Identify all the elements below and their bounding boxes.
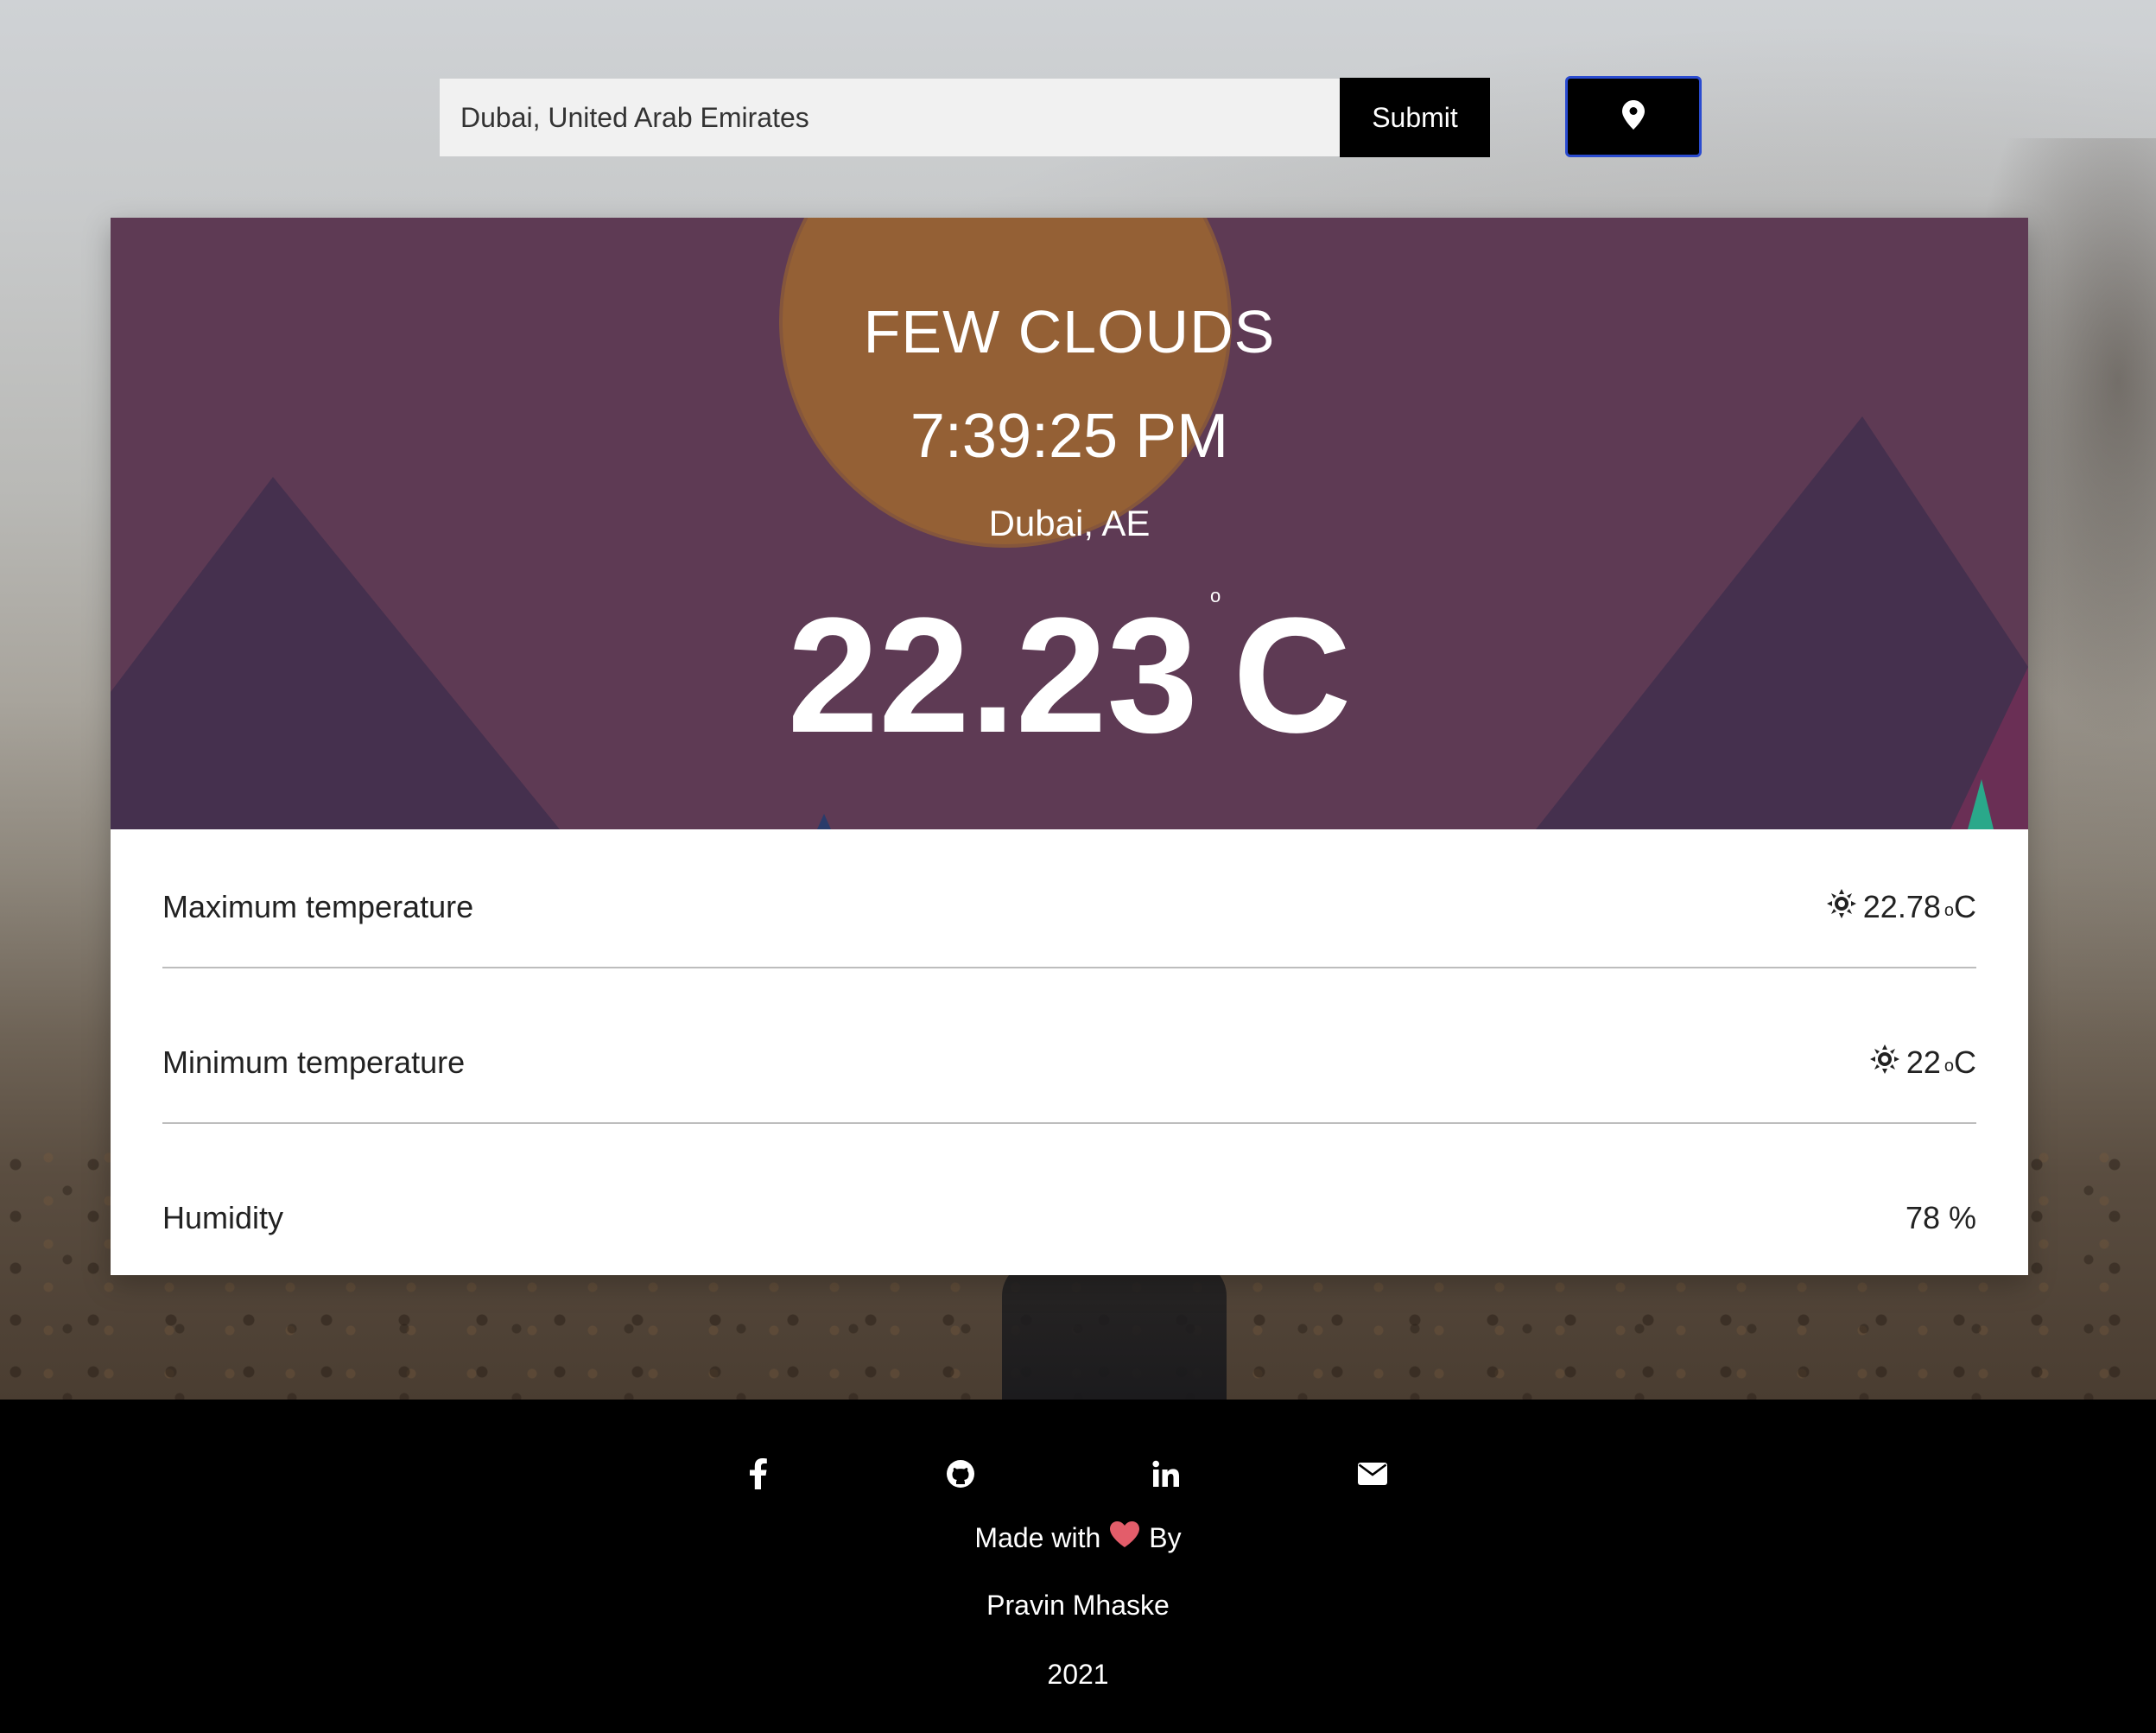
sun-icon xyxy=(1826,888,1856,926)
weather-condition: FEW CLOUDS xyxy=(863,298,1276,365)
divider xyxy=(162,967,1976,968)
detail-row-humidity: Humidity 78 % xyxy=(162,1140,1976,1296)
temperature-display: 22.23 o C xyxy=(111,584,2028,767)
made-with-prefix: Made with xyxy=(974,1521,1101,1553)
degree-symbol: o xyxy=(1944,901,1954,920)
humidity-value: 78 % xyxy=(1905,1200,1976,1235)
submit-button[interactable]: Submit xyxy=(1340,78,1490,157)
copyright-year: 2021 xyxy=(1047,1659,1109,1690)
detail-value: 22.78 oC xyxy=(1826,888,1976,926)
min-temp-value: 22 xyxy=(1906,1044,1941,1080)
degree-symbol: o xyxy=(1210,585,1221,606)
temperature-unit: C xyxy=(1233,584,1352,767)
weather-hero: FEW CLOUDS 7:39:25 PM Dubai, AE 22.23 o … xyxy=(111,218,2028,829)
linkedin-icon[interactable] xyxy=(1145,1453,1187,1495)
search-bar: Submit xyxy=(440,78,1490,157)
detail-label: Humidity xyxy=(162,1200,284,1235)
map-marker-icon xyxy=(1621,99,1646,135)
made-with-suffix: By xyxy=(1149,1521,1182,1553)
heart-icon xyxy=(1109,1520,1140,1555)
github-icon[interactable] xyxy=(940,1453,981,1495)
detail-label: Maximum temperature xyxy=(162,889,474,924)
made-with-text: Made with By xyxy=(0,1520,2156,1555)
detail-row-max-temp: Maximum temperature 22.78 oC xyxy=(162,829,1976,985)
search-input[interactable] xyxy=(440,79,1340,156)
temperature-value: 22.23 xyxy=(787,584,1198,767)
envelope-icon[interactable] xyxy=(1352,1453,1393,1495)
degree-symbol: o xyxy=(1944,1057,1954,1076)
current-time: 7:39:25 PM xyxy=(910,402,1229,471)
locate-button[interactable] xyxy=(1565,76,1702,157)
max-temp-value: 22.78 xyxy=(1862,889,1941,924)
temp-unit: C xyxy=(1954,889,1976,924)
weather-card: FEW CLOUDS 7:39:25 PM Dubai, AE 22.23 o … xyxy=(111,218,2028,1275)
detail-row-min-temp: Minimum temperature 22 oC xyxy=(162,985,1976,1140)
weather-details: Maximum temperature 22.78 oC Minimum tem… xyxy=(111,829,2028,1275)
temp-unit: C xyxy=(1954,1044,1976,1080)
author-name: Pravin Mhaske xyxy=(986,1590,1170,1621)
facebook-icon[interactable] xyxy=(738,1453,779,1495)
location-name: Dubai, AE xyxy=(988,503,1151,543)
detail-value: 22 oC xyxy=(1869,1044,1976,1082)
footer: Made with By Pravin Mhaske 2021 xyxy=(0,1400,2156,1733)
sun-icon xyxy=(1869,1044,1899,1082)
divider xyxy=(162,1122,1976,1124)
detail-label: Minimum temperature xyxy=(162,1044,466,1080)
